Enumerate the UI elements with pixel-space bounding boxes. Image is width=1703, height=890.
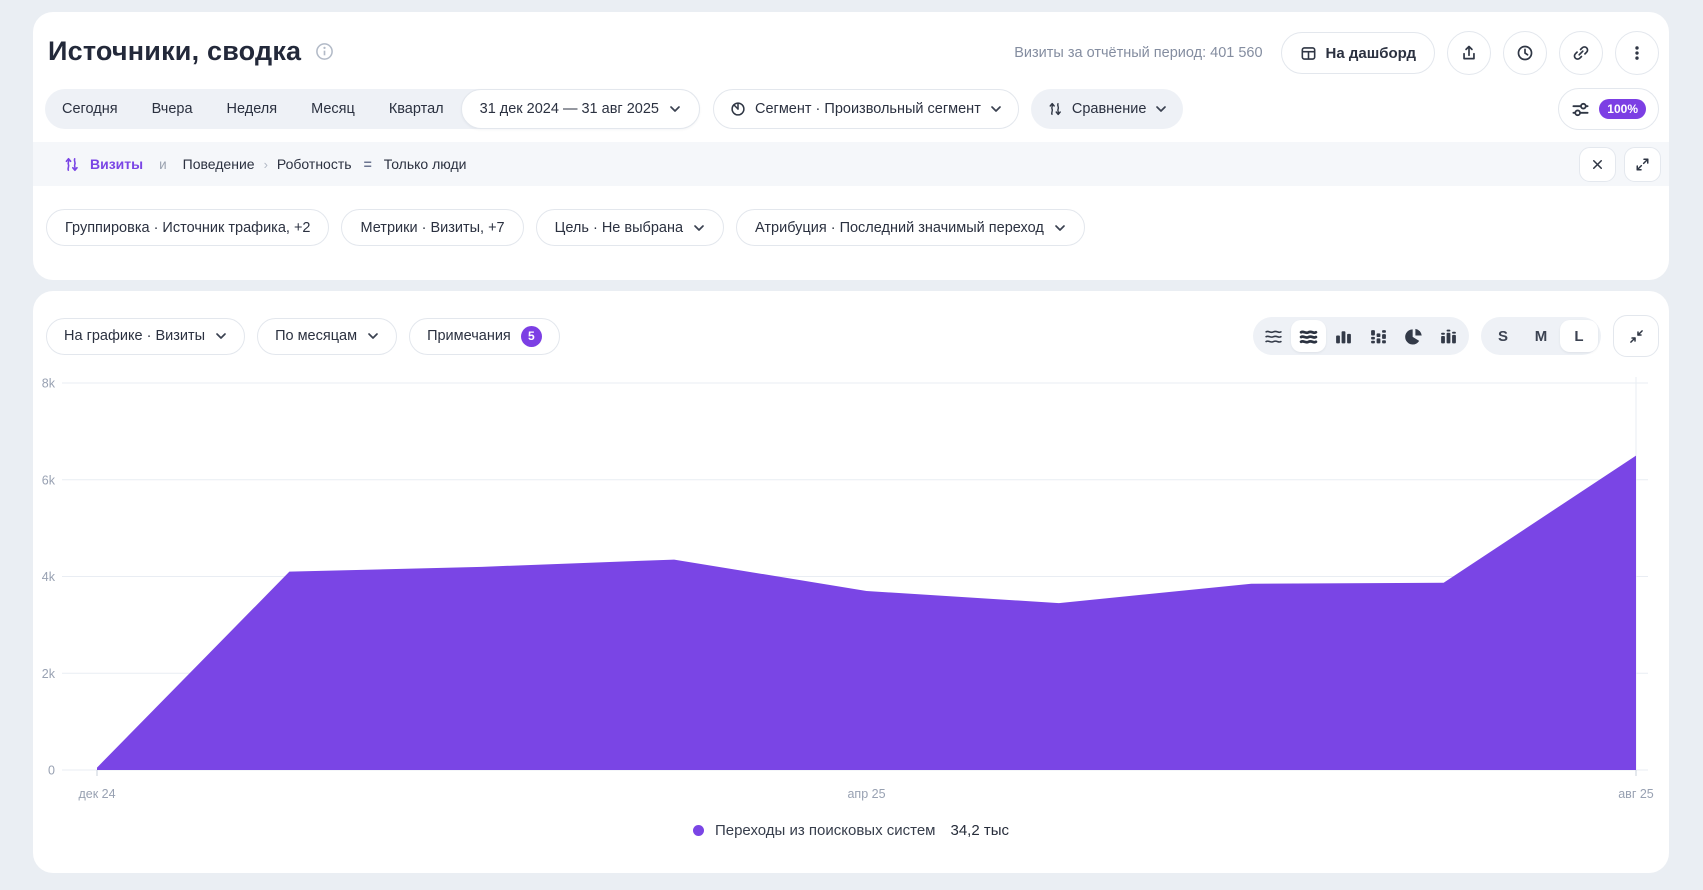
bar-chart-icon <box>1334 327 1353 346</box>
svg-text:0: 0 <box>48 764 55 778</box>
chart-type-stacked-bar-button[interactable] <box>1361 320 1396 352</box>
kebab-icon <box>1628 44 1646 62</box>
chart-type-pie-button[interactable] <box>1396 320 1431 352</box>
history-button[interactable] <box>1503 31 1547 75</box>
clock-icon <box>1516 44 1534 62</box>
svg-text:2k: 2k <box>42 667 56 681</box>
line-chart-icon <box>1264 327 1283 346</box>
chevron-down-icon <box>1054 224 1066 232</box>
chart-type-area-button[interactable] <box>1291 320 1326 352</box>
strip-crumb-child[interactable]: Роботность <box>277 156 352 172</box>
close-icon <box>1590 157 1605 172</box>
granularity-selector[interactable]: По месяцам <box>257 318 397 355</box>
on-chart-selector-label: На графике · Визиты <box>64 328 205 344</box>
legend-item-search-traffic[interactable]: Переходы из поисковых систем 34,2 тыс <box>33 822 1669 839</box>
sliders-icon <box>1571 100 1590 119</box>
remove-filter-button[interactable] <box>1579 147 1616 182</box>
chevron-down-icon <box>215 332 227 340</box>
svg-text:дек 24: дек 24 <box>78 787 115 801</box>
expand-icon <box>1635 157 1650 172</box>
strip-metric-visits[interactable]: Визиты <box>90 156 143 172</box>
chart-size-l-button[interactable]: L <box>1560 320 1598 352</box>
period-tabs: Сегодня Вчера Неделя Месяц Квартал 31 де… <box>45 89 700 129</box>
chart-size-switcher: S M L <box>1481 317 1601 355</box>
chevron-down-icon <box>367 332 379 340</box>
strip-conjunction: и <box>159 157 167 172</box>
svg-text:8k: 8k <box>42 377 56 391</box>
sampling-button[interactable]: 100% <box>1558 88 1659 130</box>
page-title: Источники, сводка <box>48 36 301 67</box>
legend-dot <box>693 825 704 836</box>
comparison-selector-label: Сравнение <box>1072 101 1147 117</box>
segment-selector-label: Сегмент · Произвольный сегмент <box>755 101 981 117</box>
comparison-selector[interactable]: Сравнение <box>1031 89 1184 129</box>
collapse-icon <box>1629 329 1644 344</box>
dashboard-icon <box>1300 45 1317 62</box>
stacked-bar-chart-icon <box>1369 327 1388 346</box>
metrics-selector-label: Метрики · Визиты, +7 <box>360 220 504 236</box>
grouping-selector[interactable]: Группировка · Источник трафика, +2 <box>46 209 329 246</box>
info-icon[interactable] <box>315 42 334 61</box>
attribution-selector-label: Атрибуция · Последний значимый переход <box>755 220 1044 236</box>
segments-compare-icon <box>63 156 80 173</box>
goal-selector-label: Цель · Не выбрана <box>555 220 683 236</box>
report-header-card: Источники, сводка Визиты за отчётный пер… <box>33 12 1669 280</box>
pie-chart-icon <box>1404 327 1423 346</box>
tab-month[interactable]: Месяц <box>294 89 372 129</box>
area-chart-icon <box>1299 327 1318 346</box>
chevron-down-icon <box>1155 105 1167 113</box>
grouping-selector-label: Группировка · Источник трафика, +2 <box>65 220 310 236</box>
svg-text:6k: 6k <box>42 473 56 487</box>
legend-label: Переходы из поисковых систем <box>715 822 936 839</box>
dashboard-button-label: На дашборд <box>1326 45 1416 62</box>
chart-type-bar-button[interactable] <box>1326 320 1361 352</box>
visits-period-summary: Визиты за отчётный период: 401 560 <box>1014 45 1262 61</box>
chart-type-switcher <box>1253 317 1469 355</box>
goal-selector[interactable]: Цель · Не выбрана <box>536 209 724 246</box>
comparison-arrows-icon <box>1047 101 1063 117</box>
tab-yesterday[interactable]: Вчера <box>135 89 210 129</box>
tab-week[interactable]: Неделя <box>210 89 295 129</box>
column-chart-icon <box>1439 327 1458 346</box>
tab-quarter[interactable]: Квартал <box>372 89 461 129</box>
copy-link-button[interactable] <box>1559 31 1603 75</box>
svg-text:апр 25: апр 25 <box>847 787 885 801</box>
strip-crumb-separator: › <box>264 157 268 172</box>
svg-text:авг 25: авг 25 <box>1618 787 1654 801</box>
tab-today[interactable]: Сегодня <box>45 89 135 129</box>
dashboard-button[interactable]: На дашборд <box>1281 32 1435 74</box>
chart-size-m-button[interactable]: M <box>1522 320 1560 352</box>
strip-filter-value[interactable]: Только люди <box>384 156 467 172</box>
applied-filter-strip: Визиты и Поведение › Роботность = Только… <box>33 142 1669 186</box>
strip-crumb-parent[interactable]: Поведение <box>183 156 255 172</box>
segment-selector[interactable]: Сегмент · Произвольный сегмент <box>713 89 1019 129</box>
notes-count-badge: 5 <box>521 326 542 347</box>
chevron-down-icon <box>669 105 681 113</box>
notes-button[interactable]: Примечания 5 <box>409 318 560 355</box>
date-range-selector[interactable]: 31 дек 2024 — 31 авг 2025 <box>461 89 700 129</box>
more-menu-button[interactable] <box>1615 31 1659 75</box>
metrics-selector[interactable]: Метрики · Визиты, +7 <box>341 209 523 246</box>
svg-text:4k: 4k <box>42 570 56 584</box>
granularity-selector-label: По месяцам <box>275 328 357 344</box>
segment-pie-icon <box>730 101 746 117</box>
legend-value: 34,2 тыс <box>951 822 1010 839</box>
chevron-down-icon <box>693 224 705 232</box>
link-icon <box>1572 44 1590 62</box>
chart-type-line-button[interactable] <box>1256 320 1291 352</box>
chart-size-s-button[interactable]: S <box>1484 320 1522 352</box>
chart-card: На графике · Визиты По месяцам Примечани… <box>33 291 1669 873</box>
traffic-area-chart[interactable]: 0 2k 4k 6k 8k дек 24 апр 25 авг 25 <box>33 351 1669 813</box>
expand-filter-button[interactable] <box>1624 147 1661 182</box>
on-chart-selector[interactable]: На графике · Визиты <box>46 318 245 355</box>
notes-button-label: Примечания <box>427 328 511 344</box>
strip-operator: = <box>364 156 372 172</box>
sampling-badge: 100% <box>1599 99 1646 119</box>
attribution-selector[interactable]: Атрибуция · Последний значимый переход <box>736 209 1085 246</box>
share-icon <box>1460 44 1478 62</box>
share-button[interactable] <box>1447 31 1491 75</box>
chevron-down-icon <box>990 105 1002 113</box>
chart-type-column-button[interactable] <box>1431 320 1466 352</box>
date-range-value: 31 дек 2024 — 31 авг 2025 <box>480 101 659 117</box>
